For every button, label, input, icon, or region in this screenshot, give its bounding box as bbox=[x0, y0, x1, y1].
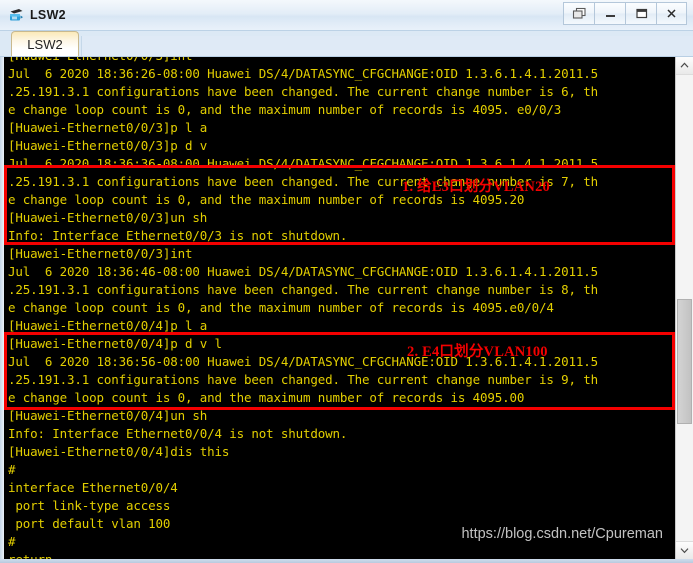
console-line: e change loop count is 0, and the maximu… bbox=[8, 102, 562, 117]
console-line: .25.191.3.1 configurations have been cha… bbox=[8, 282, 599, 297]
console-line: port link-type access bbox=[8, 498, 171, 513]
scrollbar-thumb[interactable] bbox=[677, 298, 692, 425]
terminal-area: [Huawei-Ethernet0/0/3]intJul 6 2020 18:3… bbox=[0, 57, 693, 559]
cli-console[interactable]: [Huawei-Ethernet0/0/3]intJul 6 2020 18:3… bbox=[4, 57, 675, 559]
console-line: port default vlan 100 bbox=[8, 516, 171, 531]
console-line: .25.191.3.1 configurations have been cha… bbox=[8, 84, 599, 99]
titlebar-left-group: LSW2 bbox=[0, 7, 66, 24]
console-line: Jul 6 2020 18:36:26-08:00 Huawei DS/4/DA… bbox=[8, 66, 599, 81]
console-line: e change loop count is 0, and the maximu… bbox=[8, 390, 525, 405]
console-line: [Huawei-Ethernet0/0/4]p l a bbox=[8, 318, 208, 333]
console-line: Info: Interface Ethernet0/0/4 is not shu… bbox=[8, 426, 348, 441]
maximize-button[interactable] bbox=[625, 2, 656, 25]
console-line: .25.191.3.1 configurations have been cha… bbox=[8, 174, 599, 189]
console-line: .25.191.3.1 configurations have been cha… bbox=[8, 372, 599, 387]
console-line: Jul 6 2020 18:36:46-08:00 Huawei DS/4/DA… bbox=[8, 264, 599, 279]
console-line: [Huawei-Ethernet0/0/3]p d v bbox=[8, 138, 208, 153]
window-controls bbox=[563, 2, 687, 25]
console-line: [Huawei-Ethernet0/0/3]int bbox=[8, 246, 193, 261]
console-line: # bbox=[8, 462, 16, 477]
switch-device-icon bbox=[8, 7, 25, 24]
tab-strip-filler bbox=[81, 36, 693, 56]
window-bottom-edge bbox=[0, 559, 693, 563]
console-line: # bbox=[8, 534, 16, 549]
tab-strip: LSW2 bbox=[0, 31, 693, 57]
scroll-down-button[interactable] bbox=[676, 541, 693, 559]
scroll-up-button[interactable] bbox=[676, 57, 693, 75]
console-line: [Huawei-Ethernet0/0/4]un sh bbox=[8, 408, 208, 423]
console-output: [Huawei-Ethernet0/0/3]intJul 6 2020 18:3… bbox=[8, 57, 675, 559]
console-line: [Huawei-Ethernet0/0/3]p l a bbox=[8, 120, 208, 135]
console-line: Info: Interface Ethernet0/0/3 is not shu… bbox=[8, 228, 348, 243]
tab-lsw2[interactable]: LSW2 bbox=[11, 31, 79, 56]
window-title: LSW2 bbox=[30, 8, 66, 22]
console-line: [Huawei-Ethernet0/0/3]un sh bbox=[8, 210, 208, 225]
console-line: interface Ethernet0/0/4 bbox=[8, 480, 178, 495]
close-button[interactable] bbox=[656, 2, 687, 25]
restore-window-button[interactable] bbox=[563, 2, 594, 25]
console-scrollbar[interactable] bbox=[675, 57, 693, 559]
scrollbar-track[interactable] bbox=[676, 75, 693, 541]
console-line: e change loop count is 0, and the maximu… bbox=[8, 300, 554, 315]
console-line: Jul 6 2020 18:36:56-08:00 Huawei DS/4/DA… bbox=[8, 354, 599, 369]
console-line: [Huawei-Ethernet0/0/3]int bbox=[8, 57, 675, 65]
console-line: Jul 6 2020 18:36:36-08:00 Huawei DS/4/DA… bbox=[8, 156, 599, 171]
console-line: e change loop count is 0, and the maximu… bbox=[8, 192, 525, 207]
emulator-window: LSW2 LSW2 Jul 6 2020 18:36:26-08:00 Huaw… bbox=[0, 0, 693, 563]
console-line: return bbox=[8, 551, 675, 559]
window-titlebar: LSW2 bbox=[0, 0, 693, 31]
console-line: [Huawei-Ethernet0/0/4]p d v l bbox=[8, 336, 222, 351]
console-line: [Huawei-Ethernet0/0/4]dis this bbox=[8, 444, 230, 459]
tab-label: LSW2 bbox=[27, 36, 63, 52]
minimize-button[interactable] bbox=[594, 2, 625, 25]
